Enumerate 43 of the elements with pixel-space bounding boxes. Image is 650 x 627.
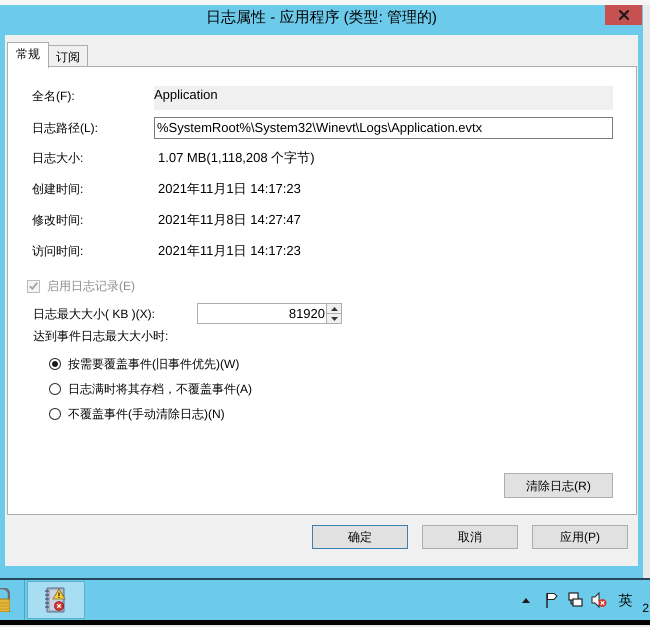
up-caret-icon — [330, 306, 338, 310]
flag-icon[interactable] — [545, 592, 560, 608]
clock-text[interactable]: 2 — [642, 601, 649, 615]
tab[interactable]: 订阅 — [48, 45, 88, 67]
radio-label: 按需要覆盖事件(旧事件优先)(W) — [68, 356, 240, 372]
radio-button[interactable] — [49, 382, 61, 394]
input-method-indicator[interactable]: 英 — [618, 592, 632, 608]
tab[interactable]: 常规 — [7, 42, 49, 68]
section-label: 达到事件日志最大大小时: — [32, 328, 168, 345]
clear-log-button[interactable]: 清除日志(R) — [504, 473, 613, 498]
field-label: 日志最大大小( KB )(X): — [33, 306, 156, 322]
down-caret-icon — [330, 316, 338, 320]
field-value: 2021年11月1日 14:17:23 — [158, 180, 301, 198]
checkbox-label: 启用日志记录(E) — [47, 278, 135, 295]
max-size-field[interactable]: 81920 — [197, 303, 326, 324]
field-value: 2021年11月8日 14:27:47 — [158, 210, 301, 229]
up-caret-icon[interactable] — [522, 598, 530, 602]
close-button[interactable] — [605, 5, 642, 25]
field-label: 创建时间: — [32, 180, 84, 198]
radio-button[interactable] — [49, 408, 61, 420]
lock-icon — [0, 588, 10, 612]
close-icon — [618, 10, 629, 20]
taskbar-app-button[interactable] — [27, 581, 85, 619]
dialog-button[interactable]: 确定 — [312, 525, 408, 549]
field-label: 日志路径(L): — [32, 120, 99, 137]
radio-label: 日志满时将其存档，不覆盖事件(A) — [68, 380, 252, 398]
spin-up-button[interactable] — [326, 303, 342, 314]
path-field[interactable]: %SystemRoot%\System32\Winevt\Logs\Application.evtx — [154, 117, 613, 139]
spin-down-button[interactable] — [326, 314, 342, 324]
radio-button[interactable] — [49, 358, 61, 370]
network-icon[interactable] — [568, 592, 584, 608]
full-name-field: Application — [154, 86, 613, 110]
field-label: 修改时间: — [32, 212, 84, 228]
field-label: 日志大小: — [32, 150, 84, 166]
muted-speaker-icon[interactable] — [591, 592, 608, 608]
radio-label: 不覆盖事件(手动清除日志)(N) — [68, 406, 225, 422]
field-label: 访问时间: — [32, 242, 84, 260]
field-value: 2021年11月1日 14:17:23 — [158, 242, 301, 260]
dialog-button[interactable]: 应用(P) — [532, 525, 628, 549]
window-title: 日志属性 - 应用程序 (类型: 管理的) — [206, 8, 437, 28]
dialog-button[interactable]: 取消 — [422, 525, 518, 549]
field-value: 1.07 MB(1,118,208 个字节) — [158, 148, 315, 167]
field-label: 全名(F): — [32, 88, 76, 103]
